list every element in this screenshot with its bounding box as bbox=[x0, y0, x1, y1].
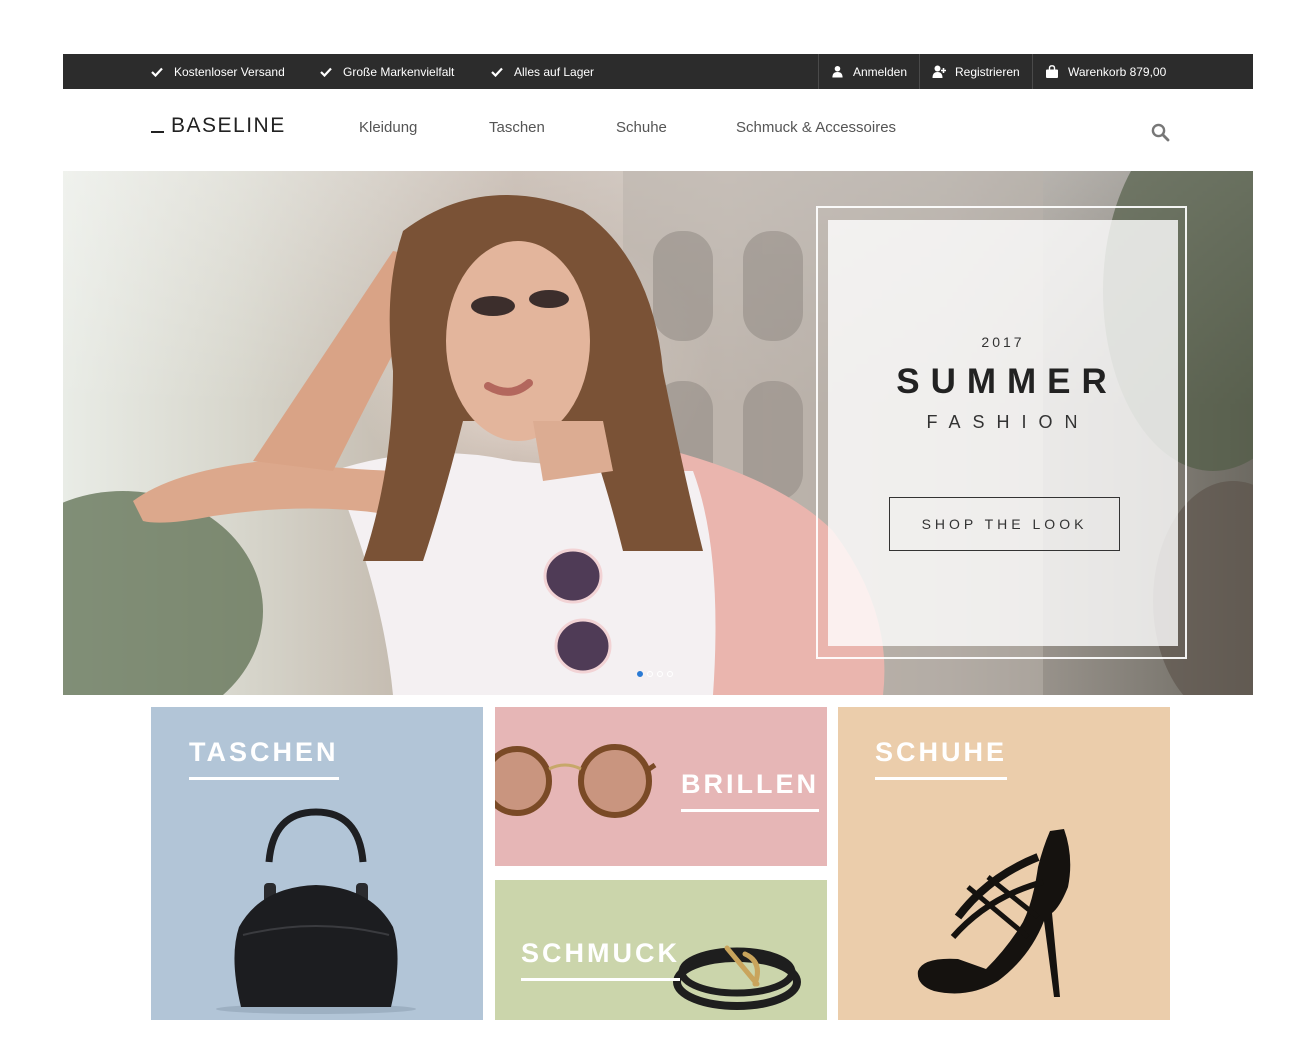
nav-kleidung[interactable]: Kleidung bbox=[359, 119, 417, 136]
top-bar: Kostenloser Versand Große Markenvielfalt… bbox=[63, 54, 1253, 89]
check-icon bbox=[491, 67, 503, 77]
slider-dot[interactable] bbox=[637, 671, 643, 677]
hero-title: SUMMER bbox=[896, 362, 1118, 401]
category-tile-brillen[interactable]: BRILLEN bbox=[495, 707, 827, 866]
category-tile-taschen[interactable]: TASCHEN bbox=[151, 707, 483, 1020]
nav-schuhe[interactable]: Schuhe bbox=[616, 119, 667, 136]
usp-label: Große Markenvielfalt bbox=[343, 64, 455, 79]
login-label: Anmelden bbox=[852, 64, 907, 79]
tile-label-brillen: BRILLEN bbox=[681, 769, 819, 812]
cart-label: Warenkorb 879,00 bbox=[1068, 64, 1167, 79]
shopping-bag-icon bbox=[1046, 65, 1058, 78]
logo-text: BASELINE bbox=[171, 114, 286, 137]
site-logo[interactable]: BASELINE bbox=[151, 114, 286, 138]
usp-free-shipping: Kostenloser Versand bbox=[151, 54, 285, 89]
register-label: Registrieren bbox=[955, 64, 1020, 79]
user-icon bbox=[832, 65, 843, 78]
category-tile-schuhe[interactable]: SCHUHE bbox=[838, 707, 1170, 1020]
account-links: Anmelden Registrieren Warenkorb 879,00 bbox=[818, 54, 1253, 89]
usp-brand-variety: Große Markenvielfalt bbox=[320, 54, 454, 89]
nav-taschen[interactable]: Taschen bbox=[489, 119, 545, 136]
hero-subtitle: FASHION bbox=[926, 412, 1090, 432]
cart-link[interactable]: Warenkorb 879,00 bbox=[1032, 54, 1253, 89]
tile-label-schmuck: SCHMUCK bbox=[521, 938, 680, 981]
shop-the-look-button[interactable]: SHOP THE LOOK bbox=[889, 497, 1120, 551]
slider-dot[interactable] bbox=[667, 671, 673, 677]
tile-label-schuhe: SCHUHE bbox=[875, 737, 1008, 780]
check-icon bbox=[151, 67, 163, 77]
slider-dots bbox=[637, 671, 673, 677]
usp-label: Kostenloser Versand bbox=[174, 64, 285, 79]
slider-dot[interactable] bbox=[647, 671, 653, 677]
search-icon[interactable] bbox=[1151, 123, 1170, 142]
register-link[interactable]: Registrieren bbox=[919, 54, 1032, 89]
hero-slider: 2017 SUMMER FASHION SHOP THE LOOK bbox=[63, 171, 1253, 695]
hero-year: 2017 bbox=[981, 334, 1025, 350]
login-link[interactable]: Anmelden bbox=[818, 54, 919, 89]
slider-dot[interactable] bbox=[657, 671, 663, 677]
nav-schmuck-accessoires[interactable]: Schmuck & Accessoires bbox=[736, 119, 896, 136]
logo-mark bbox=[151, 131, 164, 133]
user-plus-icon bbox=[932, 65, 946, 78]
tile-label-taschen: TASCHEN bbox=[189, 737, 339, 780]
usp-in-stock: Alles auf Lager bbox=[491, 54, 594, 89]
usp-label: Alles auf Lager bbox=[514, 64, 595, 79]
check-icon bbox=[320, 67, 332, 77]
hero-promo-panel: 2017 SUMMER FASHION SHOP THE LOOK bbox=[828, 220, 1178, 646]
category-tile-schmuck[interactable]: SCHMUCK bbox=[495, 880, 827, 1020]
